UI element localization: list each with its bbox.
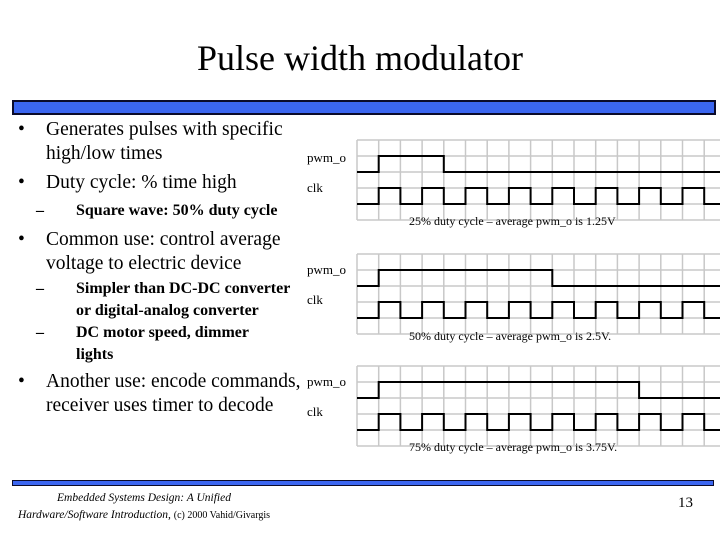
bullet-item: • Generates pulses with specific high/lo…	[18, 118, 308, 166]
bullet-item: • Duty cycle: % time high	[18, 171, 308, 195]
bullet-text: Generates pulses with specific high/low …	[46, 119, 283, 164]
waveform-svg	[356, 365, 720, 447]
pwm-waveform	[357, 381, 720, 399]
clk-waveform	[357, 187, 720, 205]
bullet-text: Common use: control average voltage to e…	[46, 229, 281, 274]
sub-bullet-item: – Simpler than DC-DC converter or digita…	[18, 278, 308, 322]
sub-bullet-text: DC motor speed, dimmer lights	[76, 324, 249, 363]
bullet-item: • Another use: encode commands, receiver…	[18, 370, 308, 418]
dash-icon: –	[36, 202, 44, 219]
sub-bullet-text: Square wave: 50% duty cycle	[76, 202, 278, 219]
timing-grid	[356, 253, 720, 335]
pwm-waveform	[357, 155, 720, 173]
bullet-text: Duty cycle: % time high	[46, 172, 237, 193]
sub-bullet-item: – Square wave: 50% duty cycle	[18, 200, 308, 222]
footer-line-1: Embedded Systems Design: A Unified	[57, 492, 231, 504]
waveform-diagram-50: pwm_o clk 50% duty cycle – average pwm_o…	[300, 252, 720, 362]
sub-bullet-item: – DC motor speed, dimmer lights	[18, 322, 308, 366]
footer-line-2: Hardware/Software Introduction, (c) 2000…	[14, 507, 274, 524]
page-number: 13	[678, 495, 693, 511]
duty-cycle-caption: 75% duty cycle – average pwm_o is 3.75V.	[409, 440, 618, 454]
duty-cycle-caption: 50% duty cycle – average pwm_o is 2.5V.	[409, 329, 612, 343]
bullet-dot-icon: •	[18, 229, 25, 250]
duty-cycle-caption: 25% duty cycle – average pwm_o is 1.25V	[409, 214, 616, 228]
bullet-item: • Common use: control average voltage to…	[18, 228, 308, 276]
bullet-list: • Generates pulses with specific high/lo…	[18, 118, 308, 423]
pwm-label: pwm_o	[307, 262, 346, 277]
footer-book-title: Hardware/Software Introduction,	[17, 509, 171, 521]
pwm-label: pwm_o	[307, 374, 346, 389]
clk-label: clk	[307, 292, 323, 307]
bullet-dot-icon: •	[18, 172, 25, 193]
footer-divider-bar	[12, 480, 714, 486]
pwm-waveform	[357, 269, 720, 287]
bullet-dot-icon: •	[18, 371, 25, 392]
waveform-diagram-75: pwm_o clk 75% duty cycle – average pwm_o…	[300, 364, 720, 474]
waveform-svg	[356, 139, 720, 221]
waveform-svg	[356, 253, 720, 335]
clk-label: clk	[307, 180, 323, 195]
bullet-dot-icon: •	[18, 119, 25, 140]
clk-waveform	[357, 413, 720, 431]
footer-citation: Embedded Systems Design: A Unified Hardw…	[14, 490, 274, 524]
bullet-text: Another use: encode commands, receiver u…	[46, 371, 301, 416]
footer-copyright: (c) 2000 Vahid/Givargis	[173, 510, 271, 521]
waveform-diagram-25: pwm_o clk 25% duty cycle – average pwm_o…	[300, 138, 720, 248]
clk-label: clk	[307, 404, 323, 419]
slide-title: Pulse width modulator	[197, 38, 523, 78]
dash-icon: –	[36, 324, 44, 341]
sub-bullet-text: Simpler than DC-DC converter or digital-…	[76, 280, 291, 319]
timing-grid	[356, 365, 720, 447]
pwm-label: pwm_o	[307, 150, 346, 165]
clk-waveform	[357, 301, 720, 319]
dash-icon: –	[36, 280, 44, 297]
title-divider-bar	[12, 100, 716, 115]
timing-grid	[356, 139, 720, 221]
